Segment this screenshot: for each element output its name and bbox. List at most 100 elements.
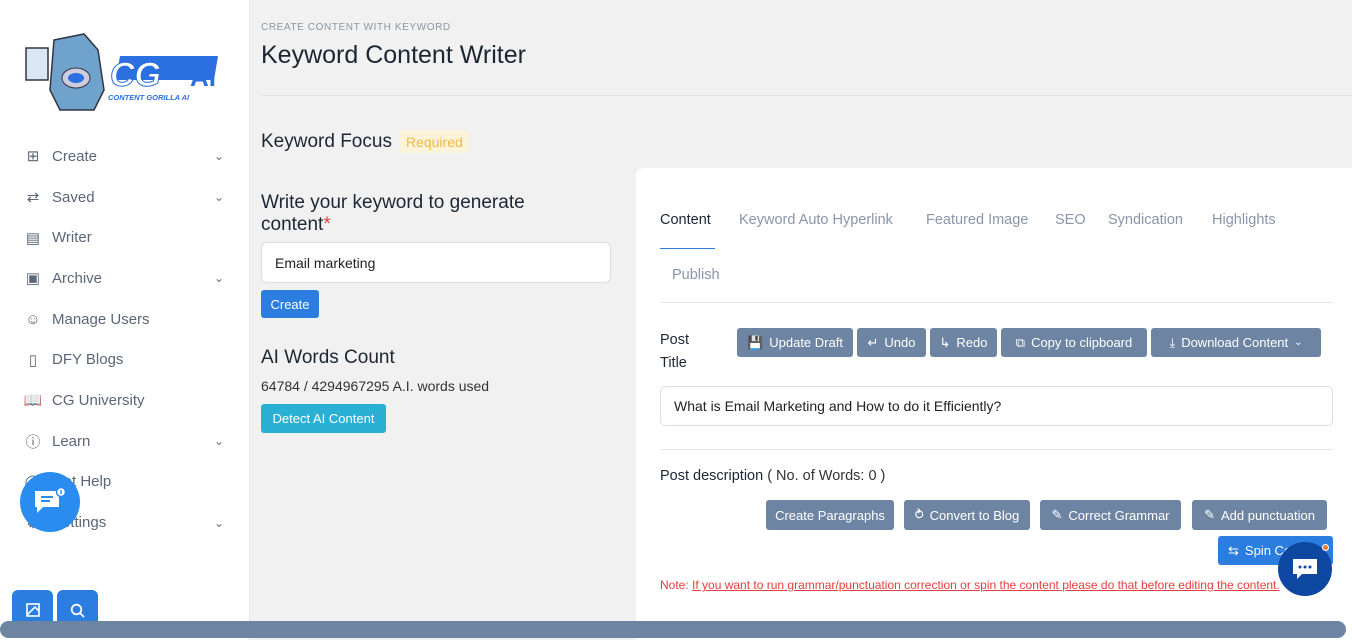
create-paragraphs-button[interactable]: Create Paragraphs: [766, 500, 894, 530]
chat-widget-button[interactable]: [20, 472, 80, 532]
note-prefix: Note:: [660, 578, 693, 592]
update-draft-button[interactable]: 💾 Update Draft: [737, 328, 853, 357]
post-title-label: Post Title: [660, 332, 690, 371]
ai-words-title: AI Words Count: [261, 347, 395, 368]
tab-content[interactable]: Content: [660, 212, 711, 228]
chevron-down-icon[interactable]: ⌄: [214, 190, 224, 204]
word-count: ( No. of Words: 0 ): [767, 468, 886, 484]
tab-featured-image[interactable]: Featured Image: [926, 212, 1028, 228]
note-text: Note: If you want to run grammar/punctua…: [660, 574, 1310, 596]
svg-text:CG: CG: [110, 56, 161, 94]
sidebar-item-create[interactable]: ⊞ Create ⌄: [0, 136, 250, 177]
keyword-prompt-text: Write your keyword to generate content: [261, 192, 525, 235]
active-tab-indicator: [660, 248, 715, 249]
post-description-label: Post description ( No. of Words: 0 ): [660, 468, 885, 484]
add-punctuation-button[interactable]: ✎ Add punctuation: [1192, 500, 1327, 530]
sidebar-item-label: Saved: [52, 188, 95, 206]
update-draft-label: Update Draft: [769, 335, 843, 350]
sidebar-item-learn[interactable]: ⓘ Learn ⌄: [0, 421, 250, 462]
file-plus-icon: ⊞: [26, 148, 40, 166]
chevron-down-icon[interactable]: ⌄: [214, 516, 224, 530]
svg-text:AI: AI: [190, 62, 216, 92]
divider: [660, 302, 1333, 303]
detect-ai-content-button[interactable]: Detect AI Content: [261, 404, 386, 433]
keyword-focus-heading: Keyword Focus Required: [261, 131, 469, 153]
sidebar-item-label: CG University: [52, 391, 145, 409]
undo-label: Undo: [884, 335, 916, 350]
download-label: Download Content: [1181, 335, 1289, 350]
correct-grammar-label: Correct Grammar: [1068, 507, 1170, 523]
horizontal-scrollbar[interactable]: [0, 621, 1346, 638]
content-card: Content Keyword Auto Hyperlink Featured …: [636, 168, 1352, 640]
svg-text:CONTENT GORILLA AI: CONTENT GORILLA AI: [108, 93, 190, 102]
sidebar-item-label: Create: [52, 147, 98, 165]
download-content-button[interactable]: ⤓ Download Content ⌄: [1151, 328, 1321, 357]
add-punctuation-label: Add punctuation: [1220, 507, 1315, 523]
chevron-down-icon[interactable]: ⌄: [214, 434, 224, 448]
download-icon: ⤓: [1169, 334, 1176, 350]
sidebar-item-label: DFY Blogs: [52, 351, 124, 369]
copy-label: Copy to clipboard: [1031, 335, 1133, 350]
sidebar-item-cg-university[interactable]: 📖 CG University: [0, 380, 250, 421]
sidebar-item-writer[interactable]: ▤ Writer: [0, 217, 250, 258]
save-icon: 💾: [747, 334, 764, 350]
copy-to-clipboard-button[interactable]: ⧉ Copy to clipboard: [1001, 328, 1147, 357]
copy-icon: ⧉: [1015, 334, 1026, 350]
convert-to-blog-label: Convert to Blog: [929, 507, 1020, 523]
tab-highlights[interactable]: Highlights: [1212, 212, 1276, 228]
sidebar-item-label: Learn: [52, 432, 91, 450]
chat-bubble-icon: [35, 487, 67, 513]
rss-icon: ⥁: [914, 507, 924, 522]
post-description-text: Post description: [660, 468, 764, 484]
redo-icon: ↳: [939, 334, 951, 350]
redo-label: Redo: [956, 335, 988, 350]
repeat-icon: ⇄: [26, 189, 40, 207]
required-badge: Required: [399, 131, 469, 153]
archive-icon: ▣: [25, 270, 41, 288]
sidebar-item-label: Manage Users: [52, 310, 150, 328]
chevron-down-icon: ⌄: [1294, 337, 1303, 348]
sidebar-item-manage-users[interactable]: ☺ Manage Users: [0, 299, 250, 340]
chat-icon: [1293, 559, 1317, 579]
content-gorilla-logo[interactable]: CG AI CONTENT GORILLA AI: [24, 30, 224, 116]
page-title: Keyword Content Writer: [261, 41, 526, 69]
notification-dot: [1322, 544, 1329, 551]
undo-icon: ↵: [867, 334, 879, 350]
undo-button[interactable]: ↵ Undo: [857, 328, 926, 357]
sidebar-item-saved[interactable]: ⇄ Saved ⌄: [0, 177, 250, 218]
correct-grammar-button[interactable]: ✎ Correct Grammar: [1040, 500, 1181, 530]
sidebar-item-archive[interactable]: ▣ Archive ⌄: [0, 258, 250, 299]
info-icon: ⓘ: [25, 433, 41, 451]
repeat-icon: ⇆: [1228, 542, 1239, 558]
keyword-prompt: Write your keyword to generate content*: [261, 192, 591, 236]
tab-seo[interactable]: SEO: [1055, 212, 1086, 228]
edit-icon: ✎: [1051, 507, 1063, 522]
user-icon: ☺: [25, 310, 41, 328]
ai-words-used: 64784 / 4294967295 A.I. words used: [261, 378, 490, 394]
tab-syndication[interactable]: Syndication: [1108, 212, 1183, 228]
image-icon: [25, 603, 40, 617]
keyword-focus-label: Keyword Focus: [261, 131, 392, 152]
sidebar: CG AI CONTENT GORILLA AI ⊞ Create ⌄ ⇄ Saved ⌄…: [0, 0, 250, 640]
divider: [660, 449, 1333, 450]
file-text-icon: ▤: [25, 229, 41, 247]
keyword-input[interactable]: [261, 242, 611, 283]
breadcrumb: CREATE CONTENT WITH KEYWORD: [261, 22, 451, 33]
create-button[interactable]: Create: [261, 290, 319, 318]
redo-button[interactable]: ↳ Redo: [930, 328, 997, 357]
search-icon: [70, 603, 85, 618]
sidebar-item-dfy-blogs[interactable]: ▯ DFY Blogs: [0, 339, 250, 380]
tab-keyword-auto-hyperlink[interactable]: Keyword Auto Hyperlink: [739, 212, 893, 228]
sidebar-item-label: Archive: [52, 269, 103, 287]
sidebar-item-label: Writer: [52, 229, 92, 247]
note-link[interactable]: If you want to run grammar/punctuation c…: [692, 578, 1280, 592]
chevron-down-icon[interactable]: ⌄: [214, 149, 224, 163]
chevron-down-icon[interactable]: ⌄: [214, 271, 224, 285]
tab-publish[interactable]: Publish: [672, 267, 720, 283]
required-star: *: [323, 214, 331, 235]
post-title-input[interactable]: [660, 386, 1333, 426]
divider: [261, 95, 1352, 96]
book-icon: 📖: [23, 392, 43, 410]
pen-icon: ✎: [1204, 507, 1215, 522]
convert-to-blog-button[interactable]: ⥁ Convert to Blog: [904, 500, 1030, 530]
